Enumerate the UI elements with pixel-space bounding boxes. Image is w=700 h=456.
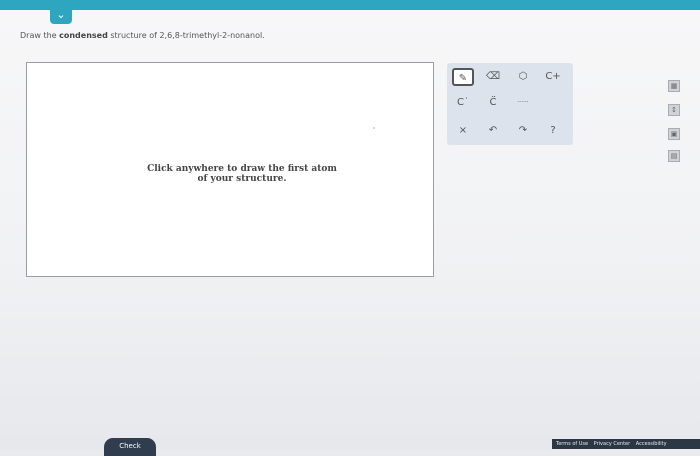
lone-electron-tool[interactable]: C˙ xyxy=(452,94,474,112)
help-icon: ? xyxy=(550,125,556,136)
footer-bar: Terms of Use Privacy Center Accessibilit… xyxy=(552,439,700,449)
dots-tool[interactable]: ······ xyxy=(512,94,534,112)
lone-electron-icon: C˙ xyxy=(457,97,469,108)
question-emphasis: condensed xyxy=(59,31,108,40)
question-text: Draw the condensed structure of 2,6,8-tr… xyxy=(20,31,265,40)
eraser-icon: ⌫ xyxy=(485,71,501,82)
drawing-toolbar: ✎ ⌫ ⬡ C+ C˙ C̈ ······ × ↶ ↷ ? xyxy=(447,63,573,145)
side-tool-chart[interactable]: ▤ xyxy=(668,150,680,162)
electron-pair-tool[interactable]: C̈ xyxy=(482,94,504,112)
undo-icon: ↶ xyxy=(488,125,498,136)
top-bar xyxy=(0,0,700,10)
pencil-icon: ✎ xyxy=(458,73,468,84)
terms-link[interactable]: Terms of Use xyxy=(556,441,588,447)
side-tool-arrows[interactable]: ↕ xyxy=(668,104,680,116)
redo-button[interactable]: ↷ xyxy=(512,122,534,140)
check-button[interactable]: Check xyxy=(104,438,156,456)
dots-icon: ······ xyxy=(517,99,529,106)
charge-icon: C+ xyxy=(545,71,561,82)
redo-icon: ↷ xyxy=(518,125,528,136)
eraser-tool[interactable]: ⌫ xyxy=(482,68,504,86)
collapse-chevron-icon[interactable]: ⌄ xyxy=(50,8,72,24)
canvas-hint-line1: Click anywhere to draw the first atom xyxy=(147,164,337,174)
question-suffix: structure of 2,6,8-trimethyl-2-nonanol. xyxy=(107,31,265,40)
chart-icon: ▤ xyxy=(670,152,678,160)
close-icon: × xyxy=(458,125,468,136)
side-tool-table[interactable]: ▣ xyxy=(668,128,680,140)
ring-icon: ⬡ xyxy=(518,71,528,82)
grid-icon: ▦ xyxy=(670,82,678,90)
side-tool-grid[interactable]: ▦ xyxy=(668,80,680,92)
help-button[interactable]: ? xyxy=(542,122,564,140)
arrows-icon: ↕ xyxy=(671,106,677,114)
ring-tool[interactable]: ⬡ xyxy=(512,68,534,86)
privacy-link[interactable]: Privacy Center xyxy=(594,441,631,447)
clear-button[interactable]: × xyxy=(452,122,474,140)
canvas-hint-line2: of your structure. xyxy=(197,174,287,184)
electron-pair-icon: C̈ xyxy=(489,97,497,108)
table-icon: ▣ xyxy=(670,130,678,138)
pencil-tool[interactable]: ✎ xyxy=(452,68,474,86)
charge-tool[interactable]: C+ xyxy=(542,68,564,86)
canvas-hint: Click anywhere to draw the first atom of… xyxy=(147,164,337,184)
drawing-canvas[interactable]: Click anywhere to draw the first atom of… xyxy=(26,62,434,277)
accessibility-link[interactable]: Accessibility xyxy=(636,441,667,447)
undo-button[interactable]: ↶ xyxy=(482,122,504,140)
canvas-dot xyxy=(373,127,375,129)
question-prefix: Draw the xyxy=(20,31,60,40)
